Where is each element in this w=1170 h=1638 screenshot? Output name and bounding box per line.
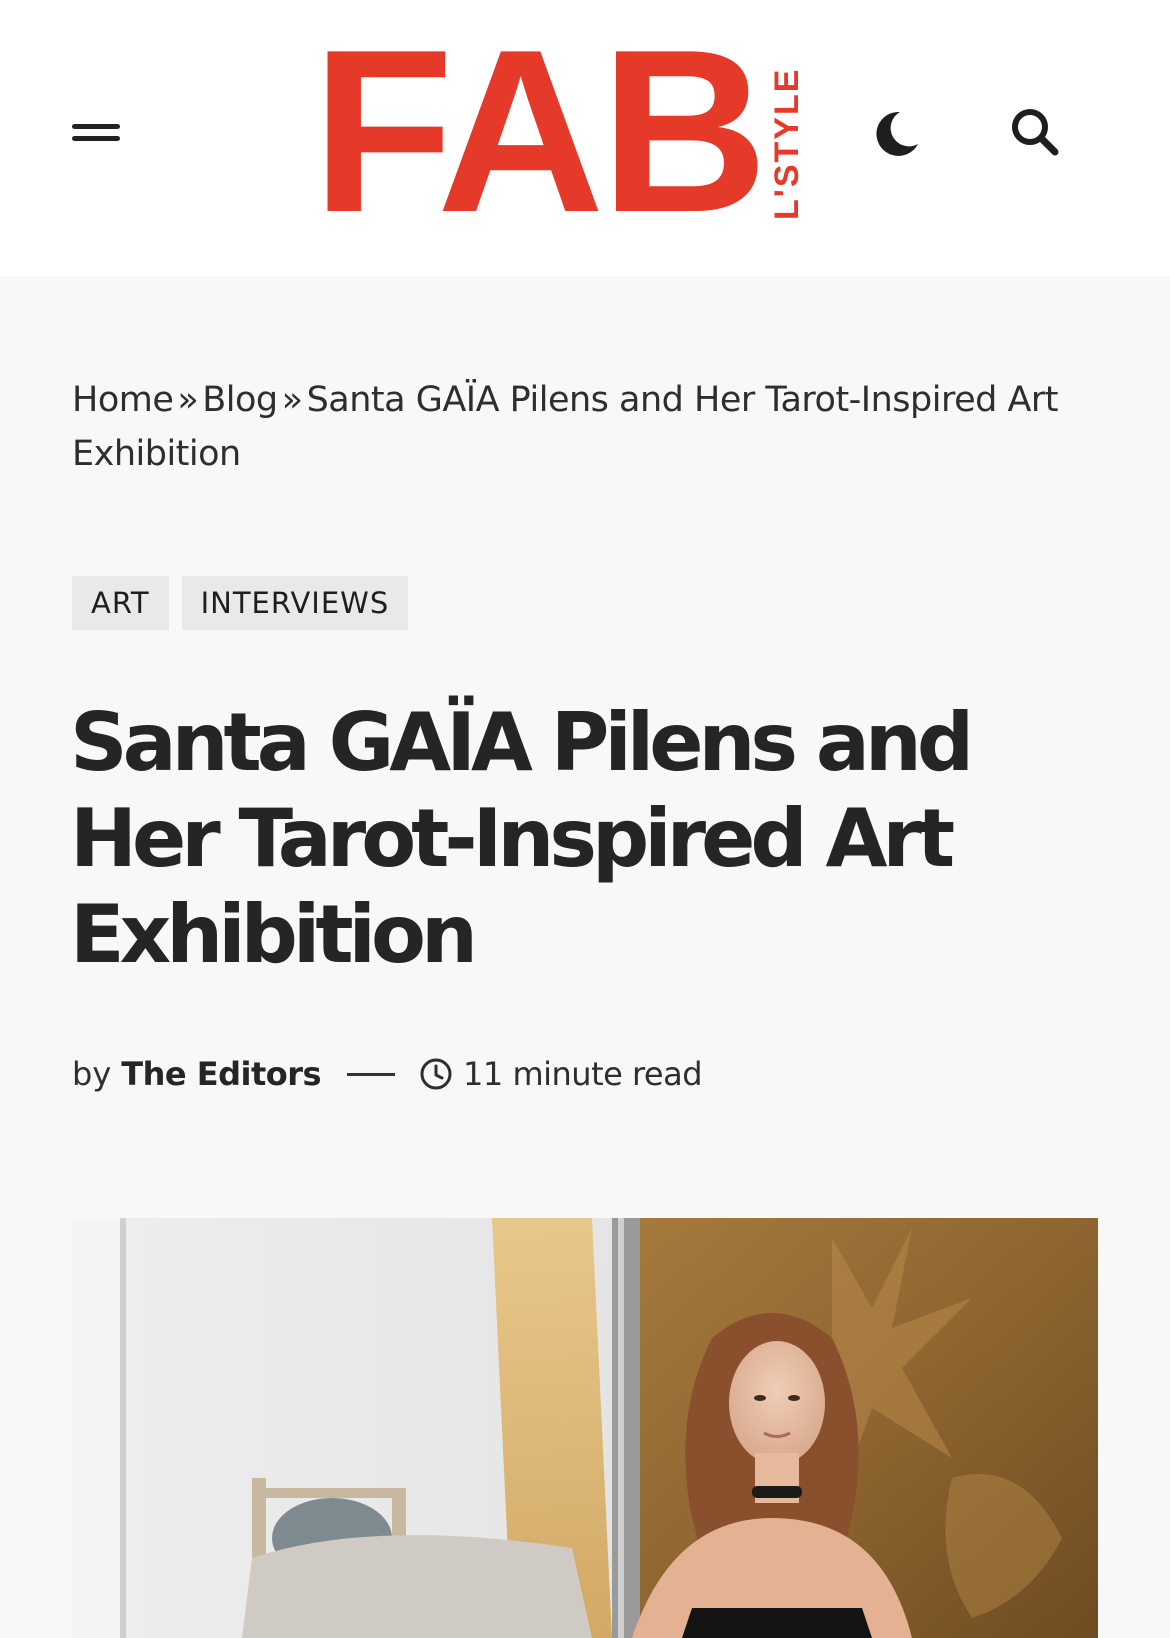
read-time: 11 minute read [463, 1055, 703, 1093]
search-icon [1012, 109, 1059, 156]
site-header: FAB L'STYLE [0, 0, 1170, 276]
menu-button[interactable] [60, 100, 130, 164]
meta-divider [347, 1072, 396, 1076]
hero-photo [72, 1218, 1098, 1638]
article-title: Santa GAÏA Pilens and Her Tarot-Inspired… [70, 696, 974, 981]
hero-image [72, 1218, 1098, 1638]
logo-subtitle: L'STYLE [768, 67, 806, 220]
moon-icon [876, 111, 918, 156]
logo-wordmark: FAB [312, 2, 768, 261]
byline-prefix: by [72, 1055, 112, 1093]
breadcrumb-blog-link[interactable]: Blog [202, 380, 278, 420]
site-logo[interactable]: FAB L'STYLE [312, 2, 822, 261]
breadcrumb: Home» Blog» Santa GAÏA Pilens and Her Taro… [72, 373, 1102, 481]
search-button[interactable] [1005, 102, 1065, 162]
clock-icon [420, 1058, 452, 1090]
hamburger-menu-icon [72, 124, 120, 129]
article-meta: by The Editors 11 minute read [72, 1052, 703, 1096]
tag-art[interactable]: ART [72, 576, 169, 630]
hamburger-menu-line [72, 136, 120, 141]
author-link[interactable]: The Editors [121, 1055, 321, 1093]
breadcrumb-home-link[interactable]: Home [72, 380, 174, 420]
category-tags: ART INTERVIEWS [72, 576, 409, 630]
breadcrumb-separator: » [281, 380, 303, 420]
tag-interviews[interactable]: INTERVIEWS [181, 576, 409, 630]
breadcrumb-separator: » [177, 380, 199, 420]
dark-mode-toggle[interactable] [866, 104, 926, 164]
